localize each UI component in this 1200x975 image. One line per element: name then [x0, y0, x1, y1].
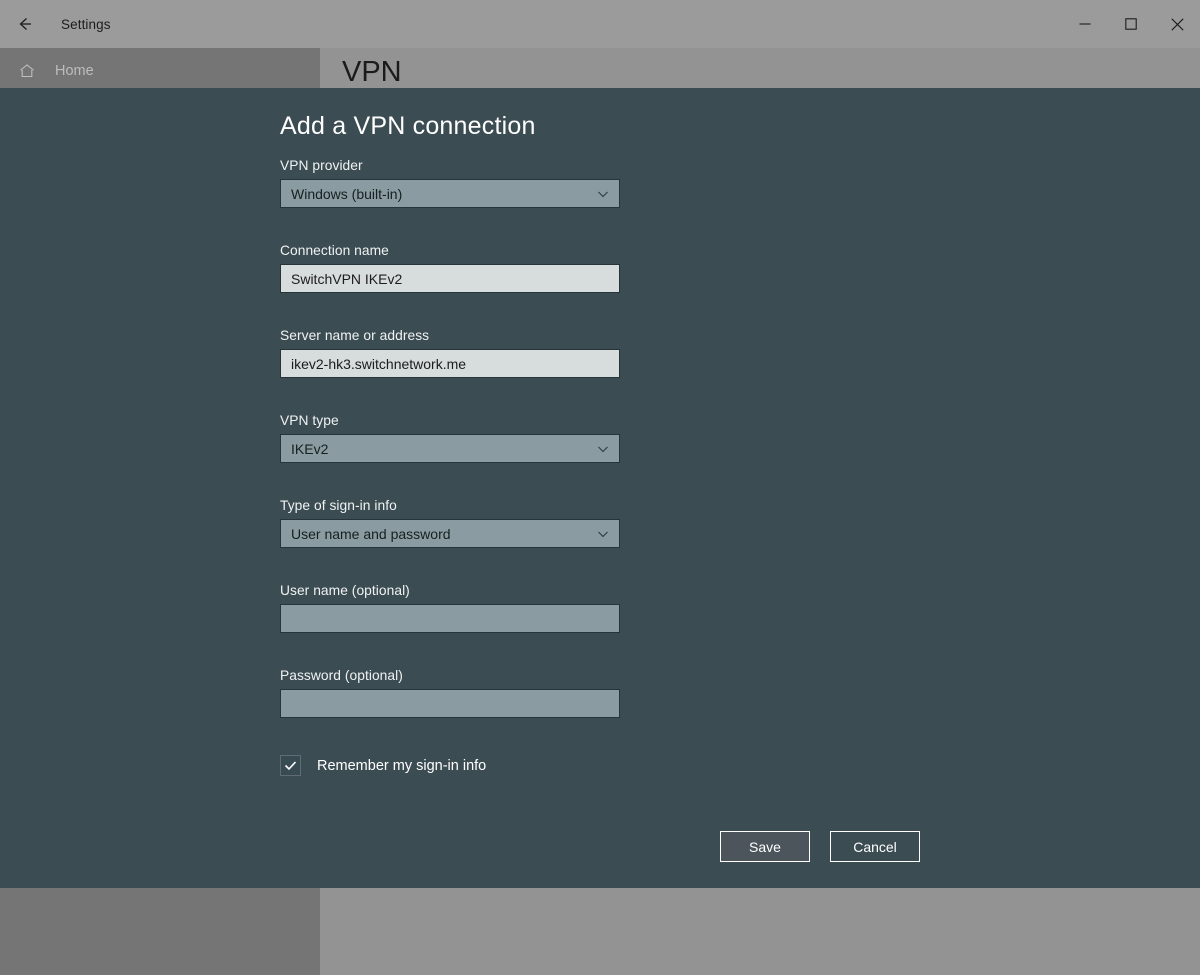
- signin-type-value: User name and password: [291, 525, 451, 542]
- field-signin-type: Type of sign-in info User name and passw…: [280, 498, 620, 548]
- vpn-type-select[interactable]: IKEv2: [280, 434, 620, 463]
- user-name-input[interactable]: [280, 604, 620, 633]
- label-server-name: Server name or address: [280, 328, 430, 343]
- label-connection-name: Connection name: [280, 243, 389, 258]
- field-password: Password (optional): [280, 668, 620, 718]
- page-title: VPN: [342, 56, 402, 88]
- close-icon: [1170, 17, 1184, 31]
- field-connection-name: Connection name SwitchVPN IKEv2: [280, 243, 620, 293]
- minimize-icon: [1079, 18, 1091, 30]
- chevron-down-icon: [595, 186, 611, 202]
- dialog-button-row: Save Cancel: [720, 831, 920, 862]
- field-vpn-provider: VPN provider Windows (built-in): [280, 158, 620, 208]
- remember-signin-checkbox[interactable]: [280, 755, 301, 776]
- server-name-value: ikev2-hk3.switchnetwork.me: [291, 355, 467, 372]
- window-title: Settings: [61, 16, 111, 32]
- signin-type-select[interactable]: User name and password: [280, 519, 620, 548]
- connection-name-input[interactable]: SwitchVPN IKEv2: [280, 264, 620, 293]
- server-name-input[interactable]: ikev2-hk3.switchnetwork.me: [280, 349, 620, 378]
- back-button[interactable]: [0, 0, 48, 48]
- vpn-provider-value: Windows (built-in): [291, 185, 403, 202]
- save-button[interactable]: Save: [720, 831, 810, 862]
- checkmark-icon: [283, 758, 298, 773]
- maximize-button[interactable]: [1108, 0, 1154, 48]
- label-signin-type: Type of sign-in info: [280, 498, 397, 513]
- vpn-provider-select[interactable]: Windows (built-in): [280, 179, 620, 208]
- cancel-button[interactable]: Cancel: [830, 831, 920, 862]
- dialog-heading: Add a VPN connection: [280, 112, 536, 140]
- window-controls: [1062, 0, 1200, 48]
- remember-signin-checkbox-row[interactable]: Remember my sign-in info: [280, 755, 486, 776]
- label-vpn-type: VPN type: [280, 413, 339, 428]
- label-password: Password (optional): [280, 668, 403, 683]
- connection-name-value: SwitchVPN IKEv2: [291, 270, 403, 287]
- chevron-down-icon: [595, 441, 611, 457]
- add-vpn-dialog-overlay: Add a VPN connection VPN provider Window…: [0, 88, 1200, 888]
- sidebar-home-label: Home: [55, 63, 94, 79]
- password-input[interactable]: [280, 689, 620, 718]
- home-icon: [17, 61, 37, 81]
- field-vpn-type: VPN type IKEv2: [280, 413, 620, 463]
- chevron-down-icon: [595, 526, 611, 542]
- maximize-icon: [1125, 18, 1137, 30]
- vpn-type-value: IKEv2: [291, 440, 329, 457]
- field-user-name: User name (optional): [280, 583, 620, 633]
- field-server-name: Server name or address ikev2-hk3.switchn…: [280, 328, 620, 378]
- close-button[interactable]: [1154, 0, 1200, 48]
- label-vpn-provider: VPN provider: [280, 158, 363, 173]
- remember-signin-label: Remember my sign-in info: [317, 757, 487, 774]
- label-user-name: User name (optional): [280, 583, 410, 598]
- minimize-button[interactable]: [1062, 0, 1108, 48]
- title-bar: Settings: [0, 0, 1200, 48]
- back-arrow-icon: [14, 14, 34, 34]
